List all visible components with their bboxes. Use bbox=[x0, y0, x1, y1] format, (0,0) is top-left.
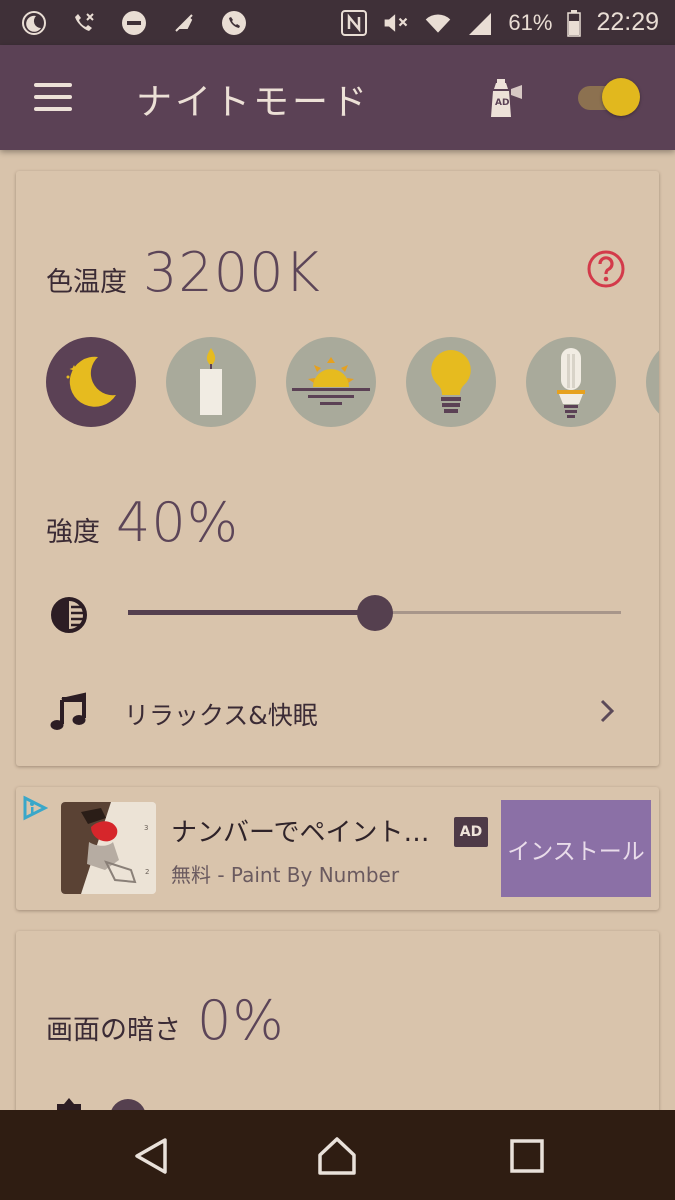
mute-icon bbox=[382, 9, 410, 37]
recent-apps-icon[interactable] bbox=[506, 1135, 548, 1177]
status-bar-notifications bbox=[20, 9, 248, 37]
ad-card: 3 2 ナンバーでペイント… 無料 - Paint By Number AD イ… bbox=[16, 787, 659, 910]
sunset-icon bbox=[292, 357, 370, 405]
wifi-icon bbox=[424, 9, 452, 37]
screen-dim-label: 画面の暗さ bbox=[46, 1015, 181, 1046]
screen-dim-row: 画面の暗さ 0% bbox=[46, 989, 285, 1052]
battery-icon bbox=[566, 9, 582, 37]
do-not-disturb-icon bbox=[120, 9, 148, 37]
page-title: ナイトモード bbox=[136, 82, 371, 123]
status-bar-system: 61% 22:29 bbox=[340, 8, 659, 37]
toggle-thumb bbox=[602, 78, 640, 116]
clock: 22:29 bbox=[596, 8, 659, 36]
intensity-value: 40% bbox=[116, 491, 240, 554]
color-temperature-label: 色温度 bbox=[46, 267, 127, 298]
menu-icon[interactable] bbox=[34, 83, 72, 111]
preset-sunset-button[interactable] bbox=[286, 337, 376, 427]
help-icon[interactable] bbox=[586, 249, 626, 289]
slider-fill bbox=[128, 610, 375, 615]
lighthouse-ad-icon[interactable]: AD bbox=[482, 75, 524, 119]
navigation-bar bbox=[0, 1110, 675, 1200]
svg-text:AD: AD bbox=[495, 98, 509, 108]
preset-more-button[interactable] bbox=[646, 337, 659, 427]
night-mode-icon bbox=[20, 9, 48, 37]
relax-sleep-label: リラックス&快眠 bbox=[124, 701, 318, 730]
contrast-icon bbox=[49, 595, 89, 635]
filter-settings-card: 色温度 3200K 強度 40% リラックス&快眠 bbox=[16, 171, 659, 766]
light-bulb-icon bbox=[431, 350, 471, 413]
missed-call-icon bbox=[70, 9, 98, 37]
fluorescent-bulb-icon bbox=[557, 348, 585, 418]
ad-subtitle: 無料 - Paint By Number bbox=[171, 863, 400, 887]
install-button[interactable]: インストール bbox=[501, 800, 651, 897]
night-mode-toggle[interactable] bbox=[578, 78, 640, 118]
screen-dim-value: 0% bbox=[197, 989, 285, 1052]
svg-text:3: 3 bbox=[144, 824, 148, 832]
intensity-label: 強度 bbox=[46, 517, 100, 548]
preset-moon-button[interactable] bbox=[46, 337, 136, 427]
ad-title[interactable]: ナンバーでペイント… bbox=[171, 812, 429, 849]
status-bar: 61% 22:29 bbox=[0, 0, 675, 45]
preset-candle-button[interactable] bbox=[166, 337, 256, 427]
chevron-right-icon bbox=[594, 698, 620, 724]
intensity-row: 強度 40% bbox=[46, 491, 239, 554]
intensity-slider[interactable] bbox=[128, 591, 621, 635]
color-temperature-row: 色温度 3200K bbox=[46, 241, 321, 304]
preset-fluorescent-bulb-button[interactable] bbox=[526, 337, 616, 427]
battery-percent: 61% bbox=[508, 9, 553, 35]
relax-sleep-row[interactable]: リラックス&快眠 bbox=[16, 676, 659, 746]
ad-badge: AD bbox=[454, 817, 488, 847]
slider-knob[interactable] bbox=[357, 595, 393, 631]
color-temperature-value: 3200K bbox=[143, 241, 321, 304]
bell-off-icon bbox=[170, 9, 198, 37]
signal-icon bbox=[466, 9, 494, 37]
nfc-icon bbox=[340, 9, 368, 37]
color-temperature-presets bbox=[46, 337, 659, 427]
home-icon[interactable] bbox=[316, 1135, 358, 1177]
moon-icon bbox=[66, 356, 116, 407]
preset-light-bulb-button[interactable] bbox=[406, 337, 496, 427]
app-bar: ナイトモード AD bbox=[0, 45, 675, 150]
screen-dim-card: 画面の暗さ 0% bbox=[16, 931, 659, 1135]
candle-icon bbox=[200, 348, 222, 415]
ad-app-image[interactable]: 3 2 bbox=[61, 802, 156, 894]
back-icon[interactable] bbox=[131, 1135, 173, 1177]
phone-icon bbox=[220, 9, 248, 37]
svg-text:2: 2 bbox=[145, 868, 149, 876]
music-note-icon bbox=[49, 692, 89, 732]
ad-choices-icon[interactable] bbox=[22, 795, 49, 821]
